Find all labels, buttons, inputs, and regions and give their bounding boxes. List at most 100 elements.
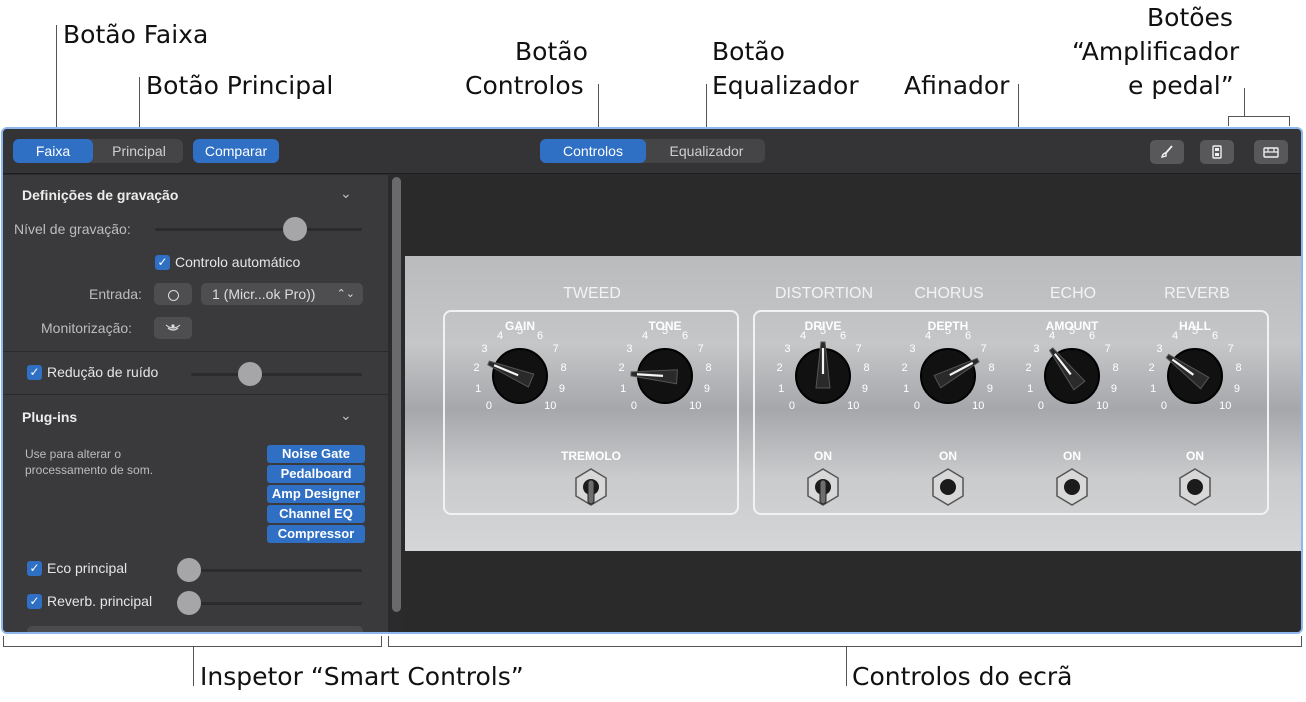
- recording-level-label: Nível de gravação:: [14, 221, 131, 237]
- section-tweed: TWEED: [563, 285, 621, 302]
- plugin-pedalboard[interactable]: Pedalboard: [267, 465, 365, 483]
- tuner-icon: [1161, 145, 1173, 158]
- master-reverb-label: Reverb. principal: [47, 593, 153, 609]
- switch-label: ON: [814, 449, 832, 463]
- callout-amp-pedal-1: Botões: [1147, 3, 1233, 32]
- compare-button[interactable]: Comparar: [193, 139, 279, 163]
- knob-tone[interactable]: [605, 316, 725, 436]
- callout-line: [846, 646, 847, 686]
- switch-label: TREMOLO: [561, 449, 621, 463]
- input-select[interactable]: 1 (Micr...ok Pro)) ⌃⌄: [201, 283, 363, 305]
- next-section-edge: [27, 626, 363, 632]
- auto-control-label: Controlo automático: [175, 254, 301, 270]
- amp-panel: TWEED DISTORTION CHORUS ECHO REVERB GAIN…: [405, 256, 1301, 551]
- noise-reduction-checkbox[interactable]: ✓: [27, 365, 42, 380]
- divider: [3, 351, 388, 352]
- inspector-bracket: [3, 636, 4, 647]
- screen-bracket: [1301, 636, 1302, 647]
- switch-label: ON: [939, 449, 957, 463]
- knob-hall[interactable]: [1135, 316, 1255, 436]
- inspector-scrollbar[interactable]: [392, 177, 401, 612]
- callout-controls-button-2: Controlos: [465, 71, 584, 100]
- toggle-switch[interactable]: [1052, 466, 1092, 514]
- controls-button[interactable]: Controlos: [540, 139, 646, 163]
- smart-controls-window: Faixa Principal Comparar Controlos Equal…: [1, 127, 1303, 634]
- section-reverb: REVERB: [1164, 285, 1230, 302]
- callout-controls-button-1: Botão: [515, 37, 588, 66]
- monitoring-label: Monitorização:: [41, 320, 133, 336]
- recording-level-thumb[interactable]: [283, 217, 308, 241]
- callout-bracket: [1228, 116, 1290, 117]
- noise-reduction-thumb[interactable]: [238, 362, 263, 386]
- toolbar: Faixa Principal Comparar Controlos Equal…: [3, 129, 1301, 174]
- screen-bracket: [388, 646, 1302, 647]
- chevron-down-icon[interactable]: ⌄: [340, 407, 352, 424]
- toggle-switch[interactable]: [928, 466, 968, 514]
- callout-master-button: Botão Principal: [146, 71, 334, 100]
- switch-label: ON: [1186, 449, 1204, 463]
- amp-view-button[interactable]: [1200, 140, 1234, 164]
- knob-gain[interactable]: [460, 316, 580, 436]
- callout-line: [193, 646, 194, 686]
- master-reverb-checkbox[interactable]: ✓: [27, 594, 42, 609]
- callout-bracket: [1289, 116, 1290, 126]
- screen-bracket: [388, 636, 389, 647]
- knob-drive[interactable]: [763, 316, 883, 436]
- track-button[interactable]: Faixa: [13, 139, 93, 163]
- callout-inspector: Inspetor “Smart Controls”: [200, 662, 524, 691]
- callout-eq-button-2: Equalizador: [712, 71, 859, 100]
- plugins-description-1: Use para alterar o: [25, 447, 122, 461]
- callout-screen-controls: Controlos do ecrã: [852, 662, 1073, 691]
- divider: [3, 394, 388, 395]
- plugin-noise-gate[interactable]: Noise Gate: [267, 445, 365, 463]
- plugin-compressor[interactable]: Compressor: [267, 525, 365, 543]
- monitoring-icon: [165, 324, 181, 331]
- knob-depth[interactable]: [888, 316, 1008, 436]
- master-reverb-slider[interactable]: [177, 602, 362, 605]
- plugins-heading: Plug-ins: [22, 409, 78, 425]
- noise-reduction-label: Redução de ruído: [47, 364, 159, 380]
- tuner-button[interactable]: [1150, 140, 1184, 164]
- toggle-switch[interactable]: [803, 466, 843, 514]
- recording-settings-heading: Definições de gravação: [22, 187, 179, 203]
- master-echo-checkbox[interactable]: ✓: [27, 561, 42, 576]
- input-mono-button[interactable]: [154, 283, 192, 305]
- auto-control-checkbox[interactable]: ✓: [155, 255, 170, 270]
- callout-line: [1244, 88, 1245, 116]
- noise-reduction-slider[interactable]: [191, 373, 362, 376]
- switch-label: ON: [1063, 449, 1081, 463]
- plugin-channel-eq[interactable]: Channel EQ: [267, 505, 365, 523]
- callout-eq-button-1: Botão: [712, 37, 785, 66]
- recording-level-slider[interactable]: [155, 228, 362, 231]
- eq-button[interactable]: Equalizador: [650, 139, 763, 163]
- amp-icon: [1212, 145, 1222, 159]
- screen-controls: TWEED DISTORTION CHORUS ECHO REVERB GAIN…: [403, 175, 1301, 632]
- callout-bracket: [1228, 116, 1229, 126]
- inspector-bracket: [381, 636, 382, 647]
- master-echo-slider[interactable]: [177, 569, 362, 572]
- knob-amount[interactable]: [1012, 316, 1132, 436]
- master-reverb-thumb[interactable]: [177, 591, 201, 615]
- chevron-down-icon[interactable]: ⌄: [340, 185, 352, 202]
- callout-track-button: Botão Faixa: [63, 20, 209, 49]
- toggle-switch[interactable]: [1175, 466, 1215, 514]
- master-echo-label: Eco principal: [47, 560, 128, 576]
- input-select-value: 1 (Micr...ok Pro)): [212, 286, 316, 302]
- monitoring-button[interactable]: [154, 317, 192, 339]
- master-button[interactable]: Principal: [97, 139, 181, 163]
- callout-amp-pedal-3: e pedal”: [1128, 71, 1234, 100]
- updown-icon: ⌃⌄: [336, 288, 355, 300]
- callout-amp-pedal-2: “Amplificador: [1072, 37, 1240, 66]
- plugins-description-2: processamento de som.: [25, 463, 154, 477]
- pedal-icon: [1263, 147, 1279, 158]
- callout-tuner: Afinador: [904, 71, 1010, 100]
- track-master-segmented: Faixa Principal: [13, 139, 183, 163]
- master-echo-thumb[interactable]: [177, 558, 201, 582]
- input-label: Entrada:: [89, 286, 142, 302]
- plugin-amp-designer[interactable]: Amp Designer: [267, 485, 365, 503]
- callout-line: [56, 25, 57, 137]
- toggle-switch[interactable]: [571, 466, 611, 514]
- controls-eq-segmented: Controlos Equalizador: [540, 139, 765, 163]
- pedal-view-button[interactable]: [1254, 140, 1288, 164]
- circle-icon: [167, 289, 179, 301]
